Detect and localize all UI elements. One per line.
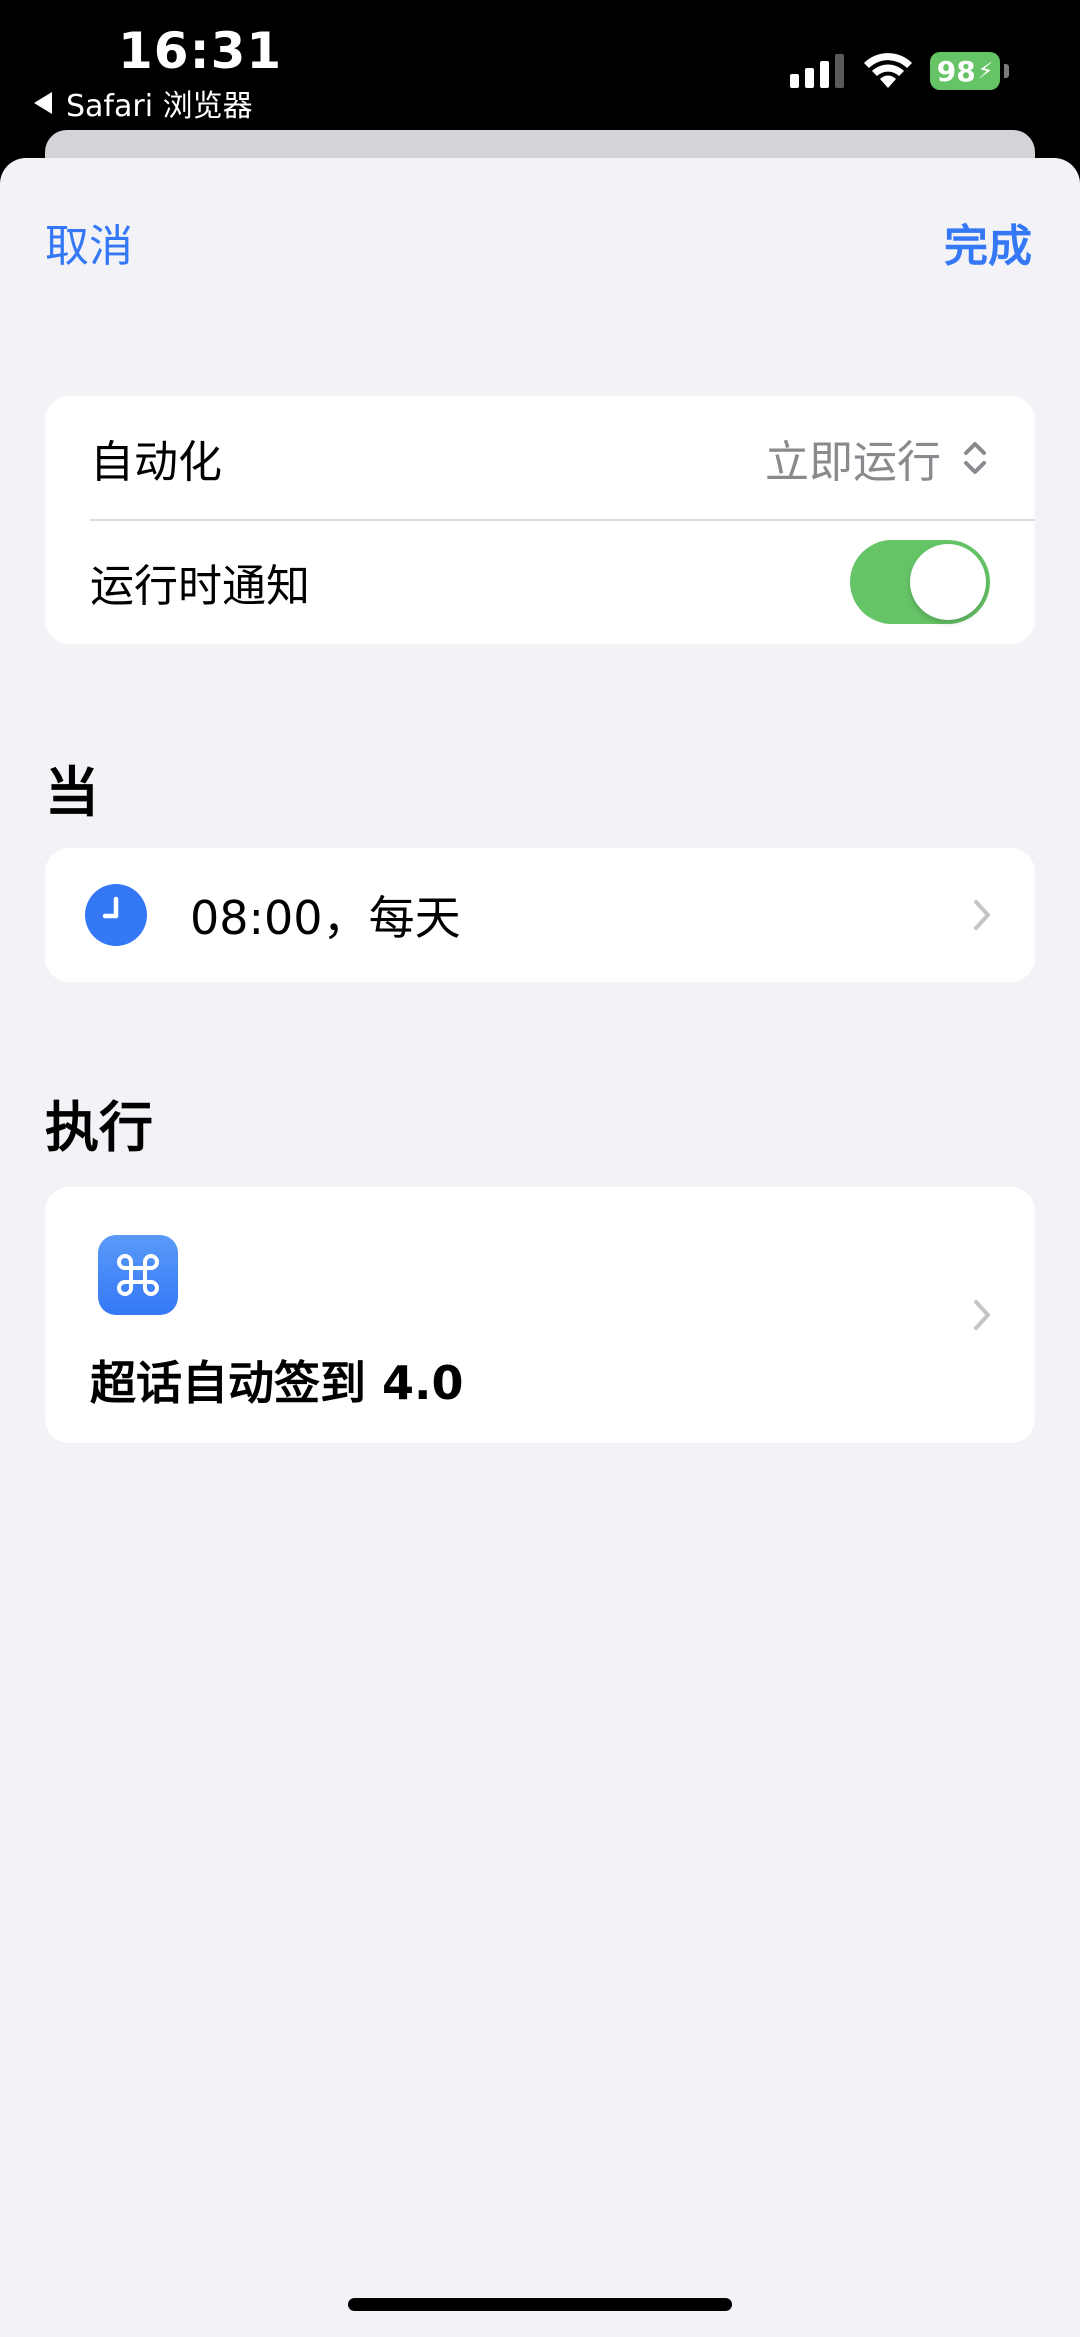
toggle-knob (910, 544, 986, 620)
cellular-signal-icon (790, 52, 844, 88)
chevron-right-icon (974, 1300, 990, 1330)
cancel-button[interactable]: 取消 (45, 210, 133, 274)
command-key-icon (117, 1254, 159, 1296)
battery-cap (1004, 64, 1009, 78)
chevron-right-icon (974, 900, 990, 930)
notify-label: 运行时通知 (90, 561, 310, 612)
automation-label: 自动化 (90, 437, 222, 488)
screen: 16:31 Safari 浏览器 98 ⚡ 取消 完成 自动化 立即运行 运行时… (0, 0, 1080, 2337)
battery-level: 98 (936, 54, 976, 88)
wifi-icon (864, 53, 912, 88)
shortcut-name: 超话自动签到 4.0 (90, 1356, 464, 1410)
shortcut-command-icon (98, 1235, 178, 1315)
back-app-label: Safari 浏览器 (66, 89, 253, 124)
home-indicator[interactable] (348, 2298, 732, 2311)
back-triangle-icon (34, 92, 52, 114)
battery-icon: 98 ⚡ (930, 52, 1000, 90)
automation-value: 立即运行 (765, 437, 941, 488)
trigger-text: 08:00，每天 (190, 891, 461, 945)
chevron-up-down-icon (964, 442, 986, 474)
settings-card: 自动化 立即运行 运行时通知 (45, 396, 1035, 644)
back-to-app-link[interactable]: Safari 浏览器 (34, 83, 253, 124)
when-section-header: 当 (45, 761, 99, 824)
notify-row: 运行时通知 (45, 520, 1035, 644)
clock-icon (85, 884, 147, 946)
done-button[interactable]: 完成 (944, 210, 1032, 274)
automation-mode-row[interactable]: 自动化 立即运行 (45, 396, 1035, 521)
action-row[interactable]: 超话自动签到 4.0 (45, 1187, 1035, 1443)
notify-toggle[interactable] (850, 540, 990, 624)
status-time: 16:31 (118, 22, 283, 80)
do-section-header: 执行 (45, 1096, 153, 1159)
trigger-row[interactable]: 08:00，每天 (45, 848, 1035, 982)
